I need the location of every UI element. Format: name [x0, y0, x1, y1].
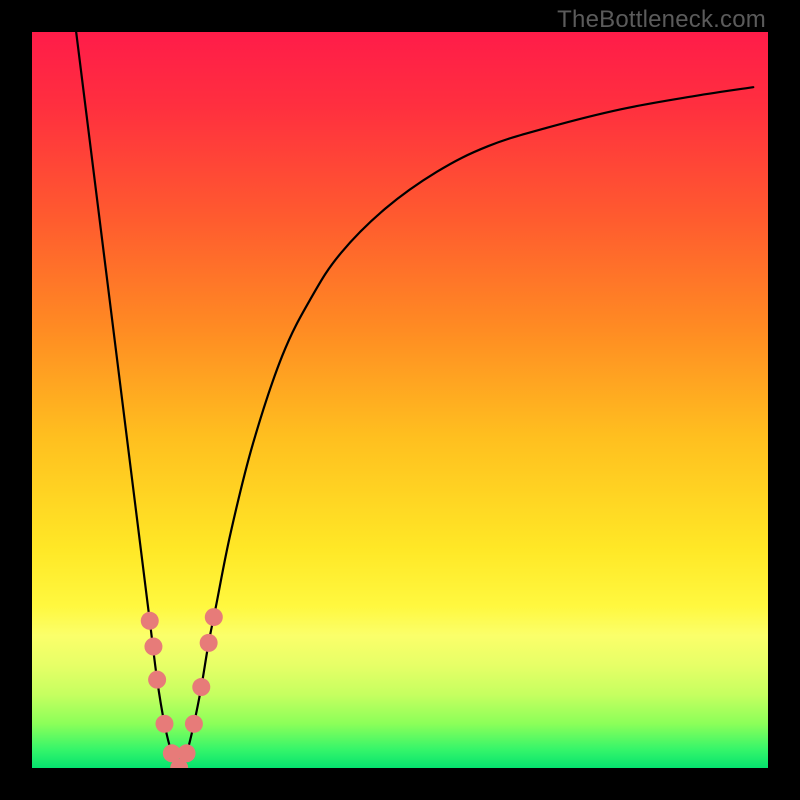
data-marker: [205, 608, 223, 626]
data-marker: [192, 678, 210, 696]
data-marker: [185, 715, 203, 733]
data-marker: [144, 638, 162, 656]
data-marker: [178, 744, 196, 762]
data-marker: [141, 612, 159, 630]
bottleneck-curve-line: [76, 32, 753, 768]
data-marker: [155, 715, 173, 733]
watermark-text: TheBottleneck.com: [557, 6, 766, 34]
chart-svg: [32, 32, 768, 768]
data-marker: [200, 634, 218, 652]
plot-area: [32, 32, 768, 768]
data-marker: [148, 671, 166, 689]
chart-frame: TheBottleneck.com: [0, 0, 800, 800]
